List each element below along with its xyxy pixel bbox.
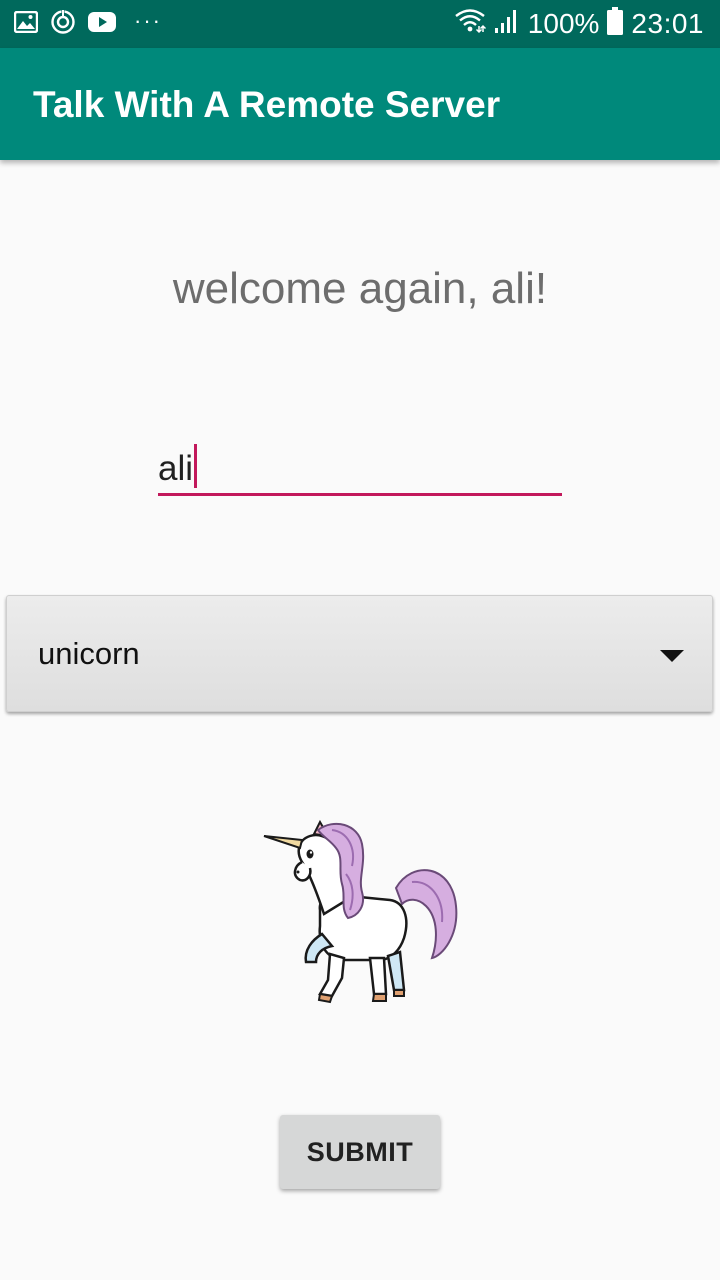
status-bar: ··· 100% 23:01 (0, 0, 720, 48)
signal-icon (494, 8, 520, 41)
more-notifications-indicator: ··· (134, 8, 162, 33)
app-bar: Talk With A Remote Server (0, 48, 720, 160)
battery-icon (607, 6, 624, 42)
name-input-value: ali (158, 449, 194, 488)
spinner-selected-value: unicorn (38, 636, 140, 671)
name-input[interactable]: ali (158, 438, 562, 496)
submit-button[interactable]: SUBMIT (280, 1115, 440, 1189)
animal-spinner[interactable]: unicorn (6, 595, 713, 712)
gallery-icon (13, 10, 39, 38)
system-icons: 100% 23:01 (454, 6, 704, 42)
dropdown-arrow-icon (660, 650, 684, 662)
wifi-icon (454, 8, 486, 41)
sync-icon (50, 8, 76, 40)
clock: 23:01 (631, 8, 704, 39)
unicorn-image (262, 818, 462, 1008)
youtube-icon (88, 11, 116, 38)
welcome-message: welcome again, ali! (172, 264, 548, 313)
battery-percentage: 100% (527, 8, 600, 39)
app-title: Talk With A Remote Server (33, 84, 501, 125)
text-cursor (194, 444, 198, 488)
notification-icons: ··· (13, 8, 162, 40)
